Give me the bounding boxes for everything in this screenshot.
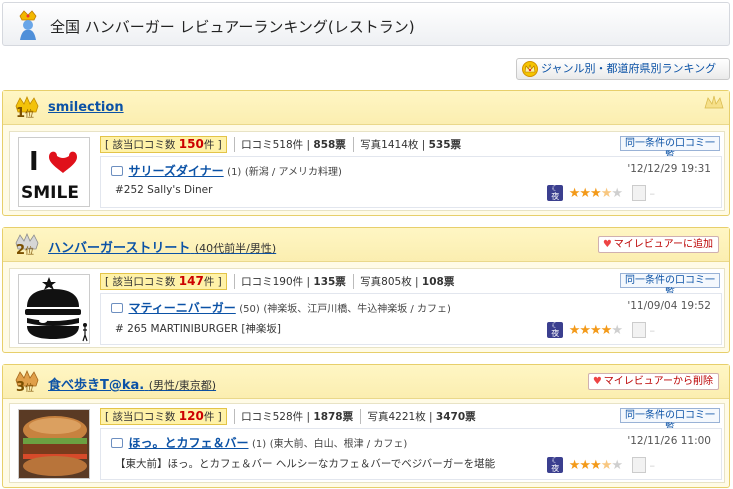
review-title: #252 Sally's Diner [115, 184, 213, 196]
reviewer-info: (男性/東京都) [148, 379, 217, 392]
restaurant-name-link[interactable]: マティーニバーガー [129, 301, 236, 315]
restaurant-line: ほっ。とカフェ＆バー (1) (東大前、白山、根津 / カフェ) [111, 434, 407, 451]
restaurant-review: マティーニバーガー (50) (神楽坂、江戸川橋、牛込神楽坂 / カフェ) '1… [100, 293, 722, 345]
rank-card-2: 2位 ハンバーガーストリート (40代前半/男性) ♥ マイレビュアーに追加 [ … [2, 227, 730, 353]
rating: ☾ 夜 ★★★★★ – [547, 322, 655, 338]
crown-icon [522, 61, 538, 77]
dash-separator: – [649, 186, 656, 200]
heart-icon: ♥ [602, 239, 612, 250]
reviewer-mascot-icon [19, 10, 37, 40]
corner-ornament-icon [704, 95, 724, 109]
night-icon: ☾ 夜 [547, 322, 564, 338]
reviewer-info: (40代前半/男性) [194, 242, 277, 255]
page-header: 全国 ハンバーガー レビュアーランキング(レストラン) [2, 2, 730, 46]
burger-silhouette-image [19, 275, 89, 343]
rank-card-3: 3位 食べ歩きT@ka. (男性/東京都) ♥ マイレビュアーから削除 [ 該当口… [2, 364, 730, 488]
genre-prefecture-ranking-button[interactable]: ジャンル別・都道府県別ランキング [516, 58, 730, 80]
photo-stat: 写真805枚 | 108票 [353, 274, 454, 289]
restaurant-line: マティーニバーガー (50) (神楽坂、江戸川橋、牛込神楽坂 / カフェ) [111, 299, 451, 316]
dash-separator: – [649, 458, 656, 472]
comment-bubble-icon [111, 438, 123, 448]
restaurant-count: (1) [252, 439, 267, 450]
reviewer-thumbnail[interactable] [18, 274, 90, 344]
review-date: '12/11/26 11:00 [627, 435, 711, 447]
rank-card-body: [ 該当口コミ数 147件 ] 口コミ190件 | 135票 写真805枚 | … [9, 268, 725, 348]
same-condition-list-button[interactable]: 同一条件の口コミ一覧 [620, 273, 720, 299]
reviewer-name-link[interactable]: smilection [48, 100, 124, 115]
restaurant-meta: (神楽坂、江戸川橋、牛込神楽坂 / カフェ) [263, 304, 451, 315]
dash-separator: – [649, 323, 656, 337]
restaurant-meta: (東大前、白山、根津 / カフェ) [269, 439, 408, 450]
rank-number: 1位 [16, 106, 35, 121]
rank-card-header: 1位 smilection [3, 91, 729, 125]
kuchikomi-stat: 口コミ518件 | 858票 [234, 137, 346, 152]
review-date: '12/12/29 19:31 [627, 163, 711, 175]
review-title: # 265 MARTINIBURGER [神楽坂] [115, 323, 282, 335]
i-love-smile-image: I SMILE [19, 138, 89, 206]
kuchikomi-stat: 口コミ528件 | 1878票 [234, 409, 353, 424]
rank-card-body: I SMILE [ 該当口コミ数 150件 ] 口コミ518件 | 858票 写… [9, 131, 725, 211]
page-title: 全国 ハンバーガー レビュアーランキング(レストラン) [50, 18, 415, 36]
restaurant-review: ほっ。とカフェ＆バー (1) (東大前、白山、根津 / カフェ) '12/11/… [100, 428, 722, 480]
night-icon: ☾ 夜 [547, 457, 564, 473]
same-condition-list-button[interactable]: 同一条件の口コミ一覧 [620, 136, 720, 162]
matching-review-count: [ 該当口コミ数 147件 ] [100, 273, 227, 290]
reviewer-thumbnail[interactable]: I SMILE [18, 137, 90, 207]
genre-button-label: ジャンル別・都道府県別ランキング [541, 62, 717, 75]
restaurant-review: サリーズダイナー (1) (新潟 / アメリカ料理) '12/12/29 19:… [100, 156, 722, 208]
rank-card-body: [ 該当口コミ数 120件 ] 口コミ528件 | 1878票 写真4221枚 … [9, 403, 725, 483]
rating: ☾ 夜 ★★★★★ – [547, 185, 655, 201]
reviewer-name-link[interactable]: ハンバーガーストリート (40代前半/男性) [48, 237, 276, 256]
star-rating: ★★★★★ [568, 322, 623, 338]
review-date: '11/09/04 19:52 [627, 300, 711, 312]
night-icon: ☾ 夜 [547, 185, 564, 201]
restaurant-count: (1) [227, 167, 242, 178]
star-rating: ★★★★★ [568, 457, 623, 473]
restaurant-line: サリーズダイナー (1) (新潟 / アメリカ料理) [111, 162, 342, 179]
reviewer-name-link[interactable]: 食べ歩きT@ka. (男性/東京都) [48, 374, 216, 393]
photo-stat: 写真1414枚 | 535票 [353, 137, 461, 152]
restaurant-meta: (新潟 / アメリカ料理) [244, 167, 342, 178]
rank-card-header: 2位 ハンバーガーストリート (40代前半/男性) ♥ マイレビュアーに追加 [3, 228, 729, 262]
comment-bubble-icon [111, 166, 123, 176]
matching-review-count: [ 該当口コミ数 150件 ] [100, 136, 227, 153]
rank-card-1: 1位 smilection I SMILE [ 該当口コミ数 150件 ] 口コ… [2, 90, 730, 216]
rank-number: 3位 [16, 380, 35, 395]
review-title: 【東大前】ほっ。とカフェ＆バー ヘルシーなカフェ＆バーでベジバーガーを堪能 [115, 458, 496, 470]
restaurant-name-link[interactable]: サリーズダイナー [129, 164, 224, 178]
rank-number: 2位 [16, 243, 35, 258]
heart-icon: ♥ [592, 376, 602, 387]
kuchikomi-stat: 口コミ190件 | 135票 [234, 274, 346, 289]
comment-bubble-icon [111, 303, 123, 313]
reviewer-thumbnail[interactable] [18, 409, 90, 479]
memo-icon [631, 185, 646, 201]
burger-photo-image [19, 410, 89, 478]
photo-stat: 写真4221枚 | 3470票 [360, 409, 476, 424]
remove-my-reviewer-button[interactable]: ♥ マイレビュアーから削除 [587, 373, 719, 390]
same-condition-list-button[interactable]: 同一条件の口コミ一覧 [620, 408, 720, 434]
thumb-word: SMILE [21, 183, 79, 203]
rank-card-header: 3位 食べ歩きT@ka. (男性/東京都) ♥ マイレビュアーから削除 [3, 365, 729, 399]
restaurant-count: (50) [239, 304, 260, 315]
memo-icon [631, 322, 646, 338]
add-my-reviewer-button[interactable]: ♥ マイレビュアーに追加 [597, 236, 719, 253]
thumb-letter: I [29, 147, 39, 177]
star-rating: ★★★★★ [568, 185, 623, 201]
memo-icon [631, 457, 646, 473]
restaurant-name-link[interactable]: ほっ。とカフェ＆バー [129, 436, 249, 450]
matching-review-count: [ 該当口コミ数 120件 ] [100, 408, 227, 425]
rating: ☾ 夜 ★★★★★ – [547, 457, 655, 473]
